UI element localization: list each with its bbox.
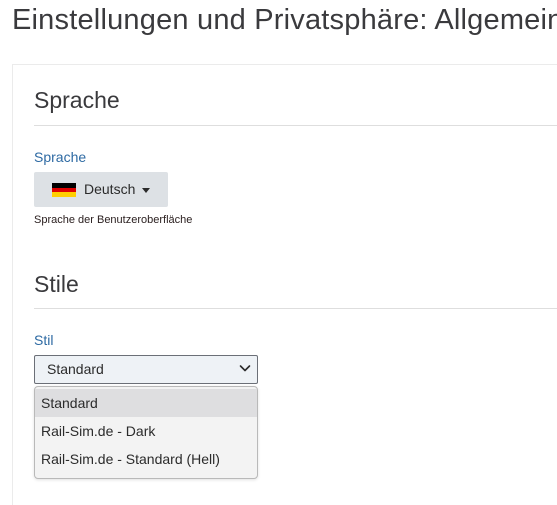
- language-section-divider: [34, 125, 557, 126]
- language-select-value: Deutsch: [84, 181, 136, 197]
- chevron-down-icon: [239, 365, 251, 372]
- flag-stripe-gold: [52, 192, 76, 198]
- style-section-heading: Stile: [34, 271, 79, 297]
- language-select-button[interactable]: Deutsch: [34, 172, 168, 207]
- language-field-label: Sprache: [34, 149, 87, 165]
- style-select-value: Standard: [47, 361, 104, 377]
- style-field-label: Stil: [34, 332, 54, 348]
- style-option-label: Rail-Sim.de - Dark: [41, 423, 156, 439]
- style-option-label: Rail-Sim.de - Standard (Hell): [41, 451, 220, 467]
- style-select[interactable]: Standard: [34, 355, 258, 384]
- germany-flag-icon: [52, 183, 76, 198]
- style-option-dark[interactable]: Rail-Sim.de - Dark: [35, 417, 257, 445]
- settings-panel: Sprache Sprache Deutsch Sprache der Benu…: [12, 64, 557, 505]
- caret-down-icon: [142, 188, 150, 193]
- style-option-standard[interactable]: Standard: [35, 389, 257, 417]
- page-title: Einstellungen und Privatsphäre: Allgemei…: [12, 4, 557, 36]
- language-section-heading: Sprache: [34, 87, 120, 113]
- style-option-standard-hell[interactable]: Rail-Sim.de - Standard (Hell): [35, 445, 257, 473]
- style-section-divider: [34, 308, 557, 309]
- language-help-text: Sprache der Benutzeroberfläche: [34, 214, 193, 226]
- style-option-label: Standard: [41, 395, 98, 411]
- style-dropdown-list: Standard Rail-Sim.de - Dark Rail-Sim.de …: [34, 386, 258, 479]
